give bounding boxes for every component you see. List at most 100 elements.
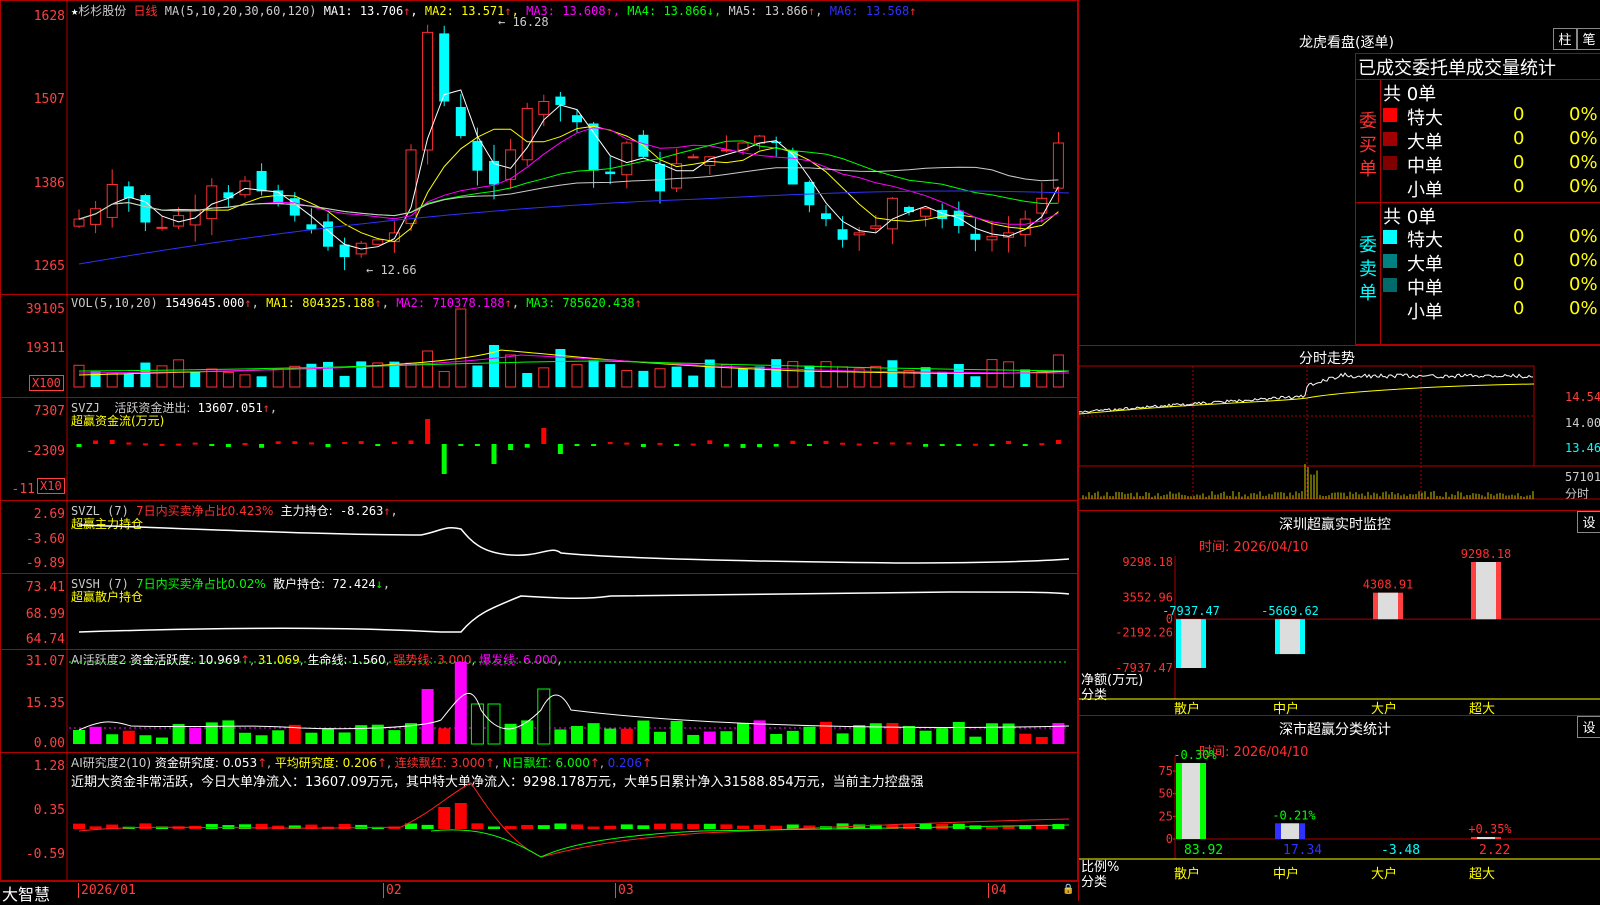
activity-bar bbox=[770, 734, 783, 744]
volume-bar bbox=[654, 368, 666, 388]
research-bar bbox=[637, 825, 650, 829]
research-bar bbox=[571, 824, 583, 829]
svsh-panel[interactable]: SVSH (7) 7日内买卖净占比0.02% 散户持仓: 72.424↓, 超赢… bbox=[0, 573, 1078, 650]
kline-panel[interactable]: ★杉杉股份 日线 MA(5,10,20,30,60,120) MA1: 13.7… bbox=[0, 0, 1078, 295]
research-bar bbox=[438, 807, 451, 829]
activity-bar bbox=[803, 726, 816, 744]
sell-side-label: 委卖单 bbox=[1359, 235, 1377, 304]
candle-body bbox=[140, 195, 151, 223]
ytick-label: 9298.18 bbox=[1122, 555, 1173, 569]
ytick-label: -7937.47 bbox=[1115, 661, 1173, 675]
fund-flow-bar bbox=[375, 444, 381, 446]
bar-value-label: 9298.18 bbox=[1461, 547, 1512, 561]
svzj-panel[interactable]: SVZJ 活跃资金进出: 13607.051↑, 超赢资金流(万元) 7307 … bbox=[0, 397, 1078, 501]
candle-body bbox=[821, 213, 831, 220]
bar-value-label: -3.48 bbox=[1381, 843, 1420, 858]
bar-value-label: 2.22 bbox=[1479, 843, 1510, 858]
fund-flow-bar bbox=[441, 444, 447, 474]
sz-class-panel: 深市超赢分类统计 设 时间: 2026/04/10 比例% 分类 75 50 25 0… bbox=[1078, 715, 1600, 901]
volume-bar bbox=[937, 371, 948, 387]
research-bar bbox=[537, 825, 550, 829]
activity-bar bbox=[969, 736, 982, 744]
order-type: 特大 bbox=[1407, 108, 1443, 129]
order-type: 特大 bbox=[1407, 230, 1443, 251]
fund-flow-bar bbox=[956, 444, 962, 446]
fund-flow-bar bbox=[773, 444, 779, 447]
research-bar bbox=[471, 823, 484, 829]
order-count: 0 bbox=[1513, 128, 1525, 149]
month-label: 03 bbox=[615, 883, 634, 898]
fund-flow-bar bbox=[292, 441, 298, 444]
month-label: 2026/01 bbox=[78, 883, 136, 898]
candlestick-chart[interactable] bbox=[1, 1, 1078, 295]
activity-bar bbox=[936, 728, 949, 744]
candle-body bbox=[1052, 142, 1064, 189]
monitor-bar-highlight bbox=[1280, 619, 1300, 655]
brand-logo: 大智慧 bbox=[2, 885, 51, 904]
fund-flow-bar bbox=[723, 444, 729, 447]
lock-icon[interactable]: 🔒 bbox=[1062, 884, 1074, 895]
activity-bar bbox=[73, 729, 85, 744]
research-bar bbox=[753, 824, 766, 829]
fund-flow-bar bbox=[259, 444, 265, 448]
order-pct: 0% bbox=[1569, 226, 1598, 247]
buy-side-label: 委买单 bbox=[1359, 111, 1377, 180]
volume-bar bbox=[455, 308, 467, 388]
activity-bar bbox=[454, 662, 467, 744]
order-type: 大单 bbox=[1407, 254, 1443, 275]
longhu-panel: 龙虎看盘(逐单) 柱 笔 已成交委托单成交量统计 委买单 共 0单 特大 0 0% 大… bbox=[1078, 0, 1600, 345]
svzl-panel[interactable]: SVZL (7) 7日内买卖净占比0.423% 主力持仓: -8.263↑, 超… bbox=[0, 500, 1078, 574]
change-label: +0.35% bbox=[1468, 822, 1512, 836]
research-bar bbox=[355, 824, 368, 829]
candle-body bbox=[970, 233, 981, 240]
order-row: 特大 0 0% bbox=[1383, 226, 1600, 251]
price-line bbox=[1078, 372, 1534, 413]
order-pct: 0% bbox=[1569, 104, 1598, 125]
buy-total: 共 0单 bbox=[1383, 84, 1437, 105]
volume-bar bbox=[1036, 370, 1048, 388]
fund-flow-bar bbox=[159, 443, 165, 446]
candle-body bbox=[986, 235, 998, 241]
sz-monitor-panel: 深圳超赢实时监控 设 时间: 2026/04/10 净额(万元) 分类 9298… bbox=[1078, 510, 1600, 717]
activity-bar bbox=[1035, 736, 1048, 744]
research-bar bbox=[986, 826, 998, 829]
change-label: -0.30% bbox=[1173, 748, 1217, 762]
research-bar bbox=[720, 824, 733, 829]
volume-panel[interactable]: VOL(5,10,20) 1549645.000↑, MA1: 804325.1… bbox=[0, 294, 1078, 398]
candle-body bbox=[156, 226, 168, 229]
candle-body bbox=[123, 186, 134, 199]
volume-bar bbox=[837, 366, 849, 388]
bar-mode-button[interactable]: 柱 bbox=[1553, 28, 1577, 50]
intraday-panel[interactable]: 分时走势 14.54 14.00 13.46 57101 分时 bbox=[1078, 345, 1600, 511]
fund-flow-bar bbox=[657, 442, 663, 445]
activity-bar bbox=[637, 720, 650, 744]
fund-flow-bar bbox=[391, 441, 397, 444]
volume-bar bbox=[1003, 361, 1015, 388]
activity-bar bbox=[737, 722, 749, 744]
activity-bar bbox=[620, 728, 633, 744]
fund-flow-bar bbox=[923, 444, 929, 447]
candle-body bbox=[372, 239, 384, 245]
date-axis[interactable]: 大智慧 2026/01 02 03 04 🔒 bbox=[0, 880, 1078, 904]
volume-bar bbox=[953, 364, 964, 387]
ai-research-panel[interactable]: AI研究度2(10) 资金研究度: 0.053↑, 平均研究度: 0.206↑,… bbox=[0, 752, 1078, 882]
research-bar bbox=[670, 823, 683, 829]
activity-bar bbox=[986, 723, 998, 744]
activity-bar bbox=[106, 734, 119, 744]
activity-bar bbox=[255, 735, 268, 744]
volume-bar bbox=[123, 373, 134, 387]
order-pct: 0% bbox=[1569, 298, 1598, 319]
tick-mode-button[interactable]: 笔 bbox=[1577, 28, 1600, 50]
fund-flow-bar bbox=[342, 441, 348, 444]
fund-flow-bar bbox=[557, 444, 563, 454]
order-type: 中单 bbox=[1407, 156, 1443, 177]
candle-body bbox=[853, 232, 865, 236]
volume-bar bbox=[156, 365, 168, 388]
ai-activity-chart bbox=[66, 650, 1070, 752]
activity-bar bbox=[919, 730, 932, 744]
ai-activity-panel[interactable]: AI活跃度2 资金活跃度: 10.969↑, 31.069, 生命线: 1.56… bbox=[0, 649, 1078, 753]
activity-bar bbox=[272, 730, 285, 744]
order-row: 小单 0 0% bbox=[1383, 298, 1600, 323]
candle-body bbox=[455, 106, 466, 137]
activity-bar bbox=[122, 730, 135, 744]
